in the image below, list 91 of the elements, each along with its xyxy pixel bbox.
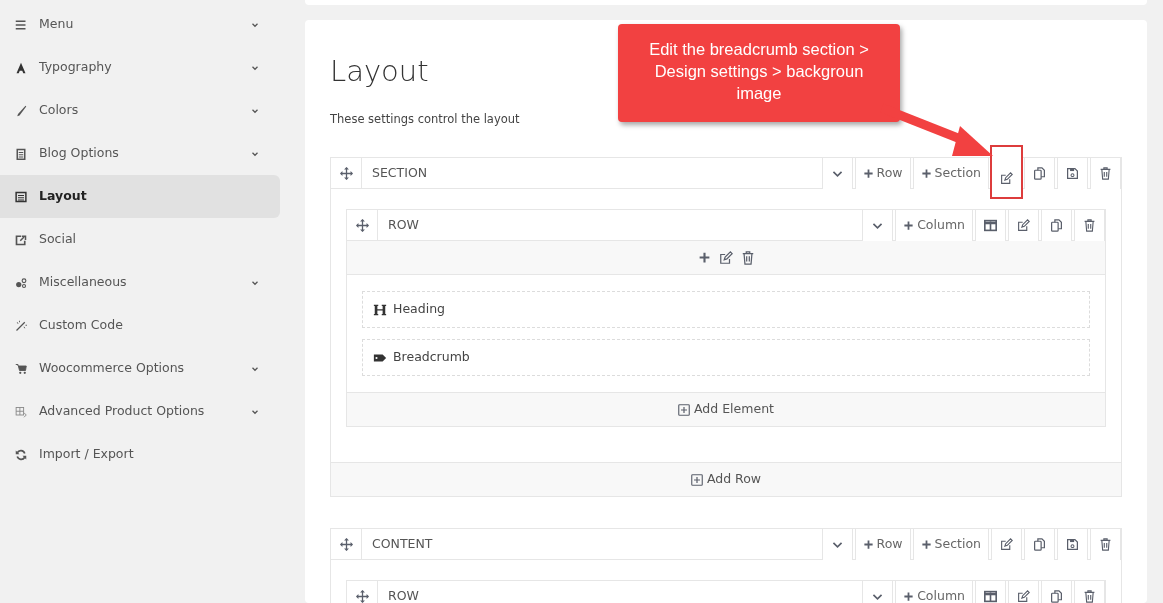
share-icon bbox=[15, 233, 27, 246]
sidebar-item[interactable]: Menu bbox=[0, 3, 280, 46]
edit-icon bbox=[1017, 590, 1030, 603]
move-icon bbox=[355, 218, 369, 232]
cart-icon bbox=[15, 362, 27, 375]
copy-icon bbox=[1050, 219, 1063, 233]
trash-icon bbox=[1099, 538, 1112, 552]
heading-icon bbox=[373, 302, 387, 317]
trash-icon bbox=[1083, 590, 1096, 603]
plus-icon bbox=[862, 539, 874, 551]
copy-button[interactable] bbox=[1024, 529, 1055, 561]
sidebar-item[interactable]: Miscellaneous bbox=[0, 261, 280, 304]
layout-icon bbox=[15, 190, 27, 203]
grid-icon bbox=[15, 405, 27, 418]
layout-element[interactable]: Heading bbox=[362, 291, 1090, 329]
sidebar-item[interactable]: Typography bbox=[0, 46, 280, 89]
delete-button[interactable] bbox=[1090, 529, 1121, 561]
callout-annotation: Edit the breadcrumb section > Design settings > backgroun image bbox=[618, 24, 900, 122]
sidebar-item[interactable]: Advanced Product Options bbox=[0, 390, 280, 433]
plus-icon bbox=[697, 251, 711, 265]
edit-button[interactable] bbox=[1008, 581, 1039, 603]
delete-button[interactable] bbox=[1090, 158, 1121, 190]
add-button[interactable]: Column bbox=[895, 210, 973, 242]
layout-element[interactable]: Breadcrumb bbox=[362, 339, 1090, 377]
sidebar-item[interactable]: Custom Code bbox=[0, 304, 280, 347]
page-title: Layout bbox=[330, 54, 429, 89]
move-icon bbox=[355, 589, 369, 603]
sidebar-item[interactable]: Layout bbox=[0, 175, 280, 218]
delete-button[interactable] bbox=[1074, 210, 1105, 242]
copy-icon bbox=[1033, 167, 1046, 181]
save-icon bbox=[1066, 167, 1079, 181]
block-label: CONTENT bbox=[372, 534, 433, 553]
letter-a-icon bbox=[15, 61, 27, 74]
copy-button[interactable] bbox=[1041, 210, 1072, 242]
plus-square-icon bbox=[690, 473, 703, 486]
save-button[interactable] bbox=[1057, 158, 1088, 190]
magic-wand-icon bbox=[15, 319, 27, 332]
add-button[interactable]: Section bbox=[912, 158, 989, 190]
clipboard-icon bbox=[15, 147, 27, 160]
sidebar-item[interactable]: Import / Export bbox=[0, 433, 280, 476]
trash-icon bbox=[1083, 219, 1096, 233]
edit-button[interactable] bbox=[991, 529, 1022, 561]
page-description: These settings control the layout bbox=[330, 110, 521, 128]
save-icon bbox=[1066, 538, 1079, 552]
edit-button[interactable] bbox=[1008, 210, 1039, 242]
add-element-button[interactable]: Add Element bbox=[347, 392, 1105, 427]
copy-icon bbox=[1050, 590, 1063, 603]
trash-icon bbox=[1099, 167, 1112, 181]
add-button[interactable]: Section bbox=[912, 529, 989, 561]
sidebar-item[interactable]: Woocommerce Options bbox=[0, 347, 280, 390]
menu-icon bbox=[15, 18, 27, 31]
edit-column-button[interactable] bbox=[718, 250, 733, 265]
save-button[interactable] bbox=[1057, 529, 1088, 561]
sidebar-item[interactable]: Blog Options bbox=[0, 132, 280, 175]
add-button[interactable]: Row bbox=[854, 529, 911, 561]
block-label: SECTION bbox=[372, 163, 428, 182]
plus-icon bbox=[862, 168, 874, 180]
add-column-button[interactable] bbox=[697, 251, 711, 265]
edit-button[interactable] bbox=[991, 146, 1022, 199]
copy-button[interactable] bbox=[1024, 158, 1055, 190]
edit-icon bbox=[1000, 538, 1013, 552]
edit-icon bbox=[1000, 171, 1013, 185]
plus-icon bbox=[920, 168, 932, 180]
columns-button[interactable] bbox=[975, 581, 1006, 603]
brush-icon bbox=[15, 104, 27, 117]
add-button[interactable]: Row bbox=[854, 158, 911, 190]
plus-icon bbox=[903, 591, 915, 603]
edit-icon bbox=[718, 250, 733, 265]
refresh-icon bbox=[15, 448, 27, 461]
move-icon bbox=[339, 166, 353, 180]
add-row-button[interactable]: Add Row bbox=[331, 462, 1121, 497]
block-label: ROW bbox=[388, 215, 419, 234]
copy-icon bbox=[1033, 538, 1046, 552]
columns-button[interactable] bbox=[975, 210, 1006, 242]
trash-icon bbox=[740, 250, 755, 265]
edit-icon bbox=[1017, 219, 1030, 233]
add-button[interactable]: Column bbox=[895, 581, 973, 603]
plus-icon bbox=[920, 539, 932, 551]
block-label: ROW bbox=[388, 586, 419, 603]
columns-icon bbox=[984, 590, 997, 603]
plus-square-icon bbox=[678, 403, 691, 416]
gears-icon bbox=[15, 276, 27, 289]
plus-icon bbox=[903, 220, 915, 232]
delete-button[interactable] bbox=[1074, 581, 1105, 603]
copy-button[interactable] bbox=[1041, 581, 1072, 603]
columns-icon bbox=[984, 219, 997, 233]
delete-column-button[interactable] bbox=[740, 250, 755, 265]
move-icon bbox=[339, 537, 353, 551]
sidebar-item[interactable]: Colors bbox=[0, 89, 280, 132]
sidebar-item[interactable]: Social bbox=[0, 218, 280, 261]
collapse-button[interactable] bbox=[862, 581, 894, 603]
